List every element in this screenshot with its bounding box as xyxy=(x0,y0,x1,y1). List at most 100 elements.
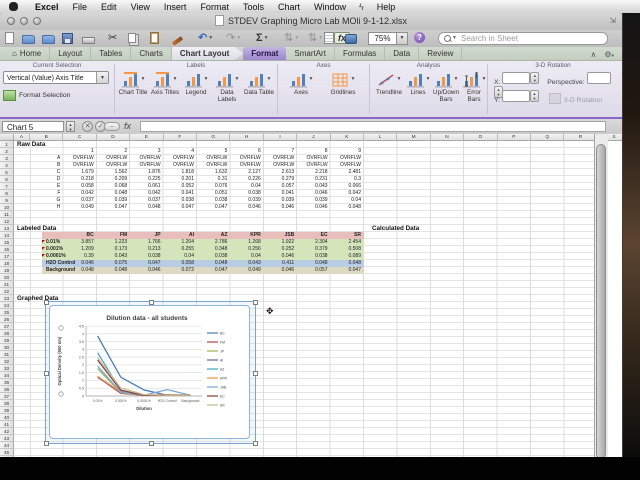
labeled-cell[interactable]: 0.038 xyxy=(298,253,328,260)
menu-insert[interactable]: Insert xyxy=(157,2,194,12)
raw-cell[interactable]: 0.226 xyxy=(231,176,261,183)
row-header-26[interactable]: 26 xyxy=(0,316,14,323)
labeled-cell[interactable]: 1.223 xyxy=(98,239,128,246)
notebook-icon[interactable] xyxy=(324,31,334,45)
raw-col-number[interactable]: 2 xyxy=(98,148,127,155)
menu-excel[interactable]: Excel xyxy=(28,2,66,12)
minus-icon[interactable]: – xyxy=(104,122,120,131)
raw-cell[interactable]: 0.046 xyxy=(298,204,328,211)
raw-cell[interactable]: OVRFLW xyxy=(98,155,127,162)
column-header-F[interactable]: F xyxy=(163,134,197,141)
search-input[interactable]: ▼ Search in Sheet xyxy=(438,32,608,45)
perspective-field[interactable] xyxy=(586,72,611,84)
labeled-cell[interactable]: 0.038 xyxy=(131,253,161,260)
raw-cell[interactable]: 0.039 xyxy=(98,197,128,204)
raw-cell[interactable]: 0.038 xyxy=(231,190,261,197)
raw-col-number[interactable]: 1 xyxy=(64,148,94,155)
column-header-M[interactable]: M xyxy=(397,134,431,141)
row-header-4[interactable]: 4 xyxy=(0,162,14,169)
worksheet[interactable]: ABCDEFGHIJKLMNOPQRS 1 2 3 4 5 6 7 8 9 10 11 12 13 14 1… xyxy=(0,134,622,470)
row-header-10[interactable]: 10 xyxy=(0,204,14,211)
student-header[interactable]: EC xyxy=(298,232,328,239)
raw-cell[interactable]: 0.041 xyxy=(165,190,194,197)
row-header-3[interactable]: 3 xyxy=(0,155,14,162)
column-header-C[interactable]: C xyxy=(63,134,97,141)
raw-cell[interactable]: 1.679 xyxy=(64,169,94,176)
selection-handle[interactable] xyxy=(44,300,49,305)
row-header-44[interactable]: 44 xyxy=(0,442,14,449)
raw-cell[interactable]: 0.039 xyxy=(298,197,328,204)
student-header[interactable]: KPR xyxy=(231,232,261,239)
selection-handle[interactable] xyxy=(253,441,258,446)
tab-review[interactable]: Review xyxy=(419,47,463,60)
student-header[interactable]: FM xyxy=(98,232,127,239)
raw-cell[interactable]: 0.061 xyxy=(131,183,161,190)
row-header-40[interactable]: 40 xyxy=(0,414,14,421)
raw-cell[interactable]: 0.047 xyxy=(98,204,128,211)
chevron-down-icon[interactable]: ▼ xyxy=(96,72,108,83)
column-header-P[interactable]: P xyxy=(497,134,531,141)
tab-chart-layout[interactable]: Chart Layout xyxy=(171,47,244,60)
labeled-cell[interactable]: 1.209 xyxy=(64,246,94,253)
save-icon[interactable] xyxy=(62,31,73,45)
row-header-38[interactable]: 38 xyxy=(0,400,14,407)
raw-cell[interactable]: 0.31 xyxy=(198,176,228,183)
resize-icon[interactable]: ⇲ xyxy=(609,16,616,25)
dilution-row-label[interactable]: 0.01% xyxy=(46,239,60,246)
row-header-29[interactable]: 29 xyxy=(0,337,14,344)
raw-cell[interactable]: 0.038 xyxy=(165,197,194,204)
menu-window[interactable]: Window xyxy=(307,2,353,12)
row-header-1[interactable]: 1 xyxy=(0,141,14,148)
3d-rotation-button[interactable]: 3-D Rotation xyxy=(548,93,602,104)
row-header-43[interactable]: 43 xyxy=(0,435,14,442)
labeled-cell[interactable]: 0.043 xyxy=(98,253,128,260)
raw-cell[interactable]: OVRFLW xyxy=(231,155,261,162)
raw-cell[interactable]: OVRFLW xyxy=(165,162,194,169)
labeled-cell[interactable]: 0.04 xyxy=(165,253,194,260)
student-header[interactable]: AI xyxy=(165,232,194,239)
raw-cell[interactable]: 0.039 xyxy=(231,197,261,204)
row-header-37[interactable]: 37 xyxy=(0,393,14,400)
labeled-cell[interactable]: 2.304 xyxy=(298,239,328,246)
raw-cell[interactable]: 0.051 xyxy=(198,190,228,197)
labeled-cell[interactable]: 0.075 xyxy=(98,260,128,267)
raw-cell[interactable]: 0.076 xyxy=(198,183,228,190)
labeled-cell[interactable]: 0.048 xyxy=(332,260,361,267)
raw-row-label[interactable]: E xyxy=(31,183,60,190)
cancel-icon[interactable]: ✕ xyxy=(82,121,93,132)
labeled-cell[interactable]: 0.047 xyxy=(198,267,228,274)
menu-tools[interactable]: Tools xyxy=(236,2,271,12)
labeled-cell[interactable]: 1.268 xyxy=(231,239,261,246)
raw-cell[interactable]: 0.048 xyxy=(131,204,161,211)
lines-button[interactable]: ▼ Lines xyxy=(405,71,431,96)
raw-cell[interactable]: 0.042 xyxy=(131,190,161,197)
raw-cell[interactable]: 0.046 xyxy=(265,204,295,211)
row-header-45[interactable]: 45 xyxy=(0,449,14,456)
raw-cell[interactable]: 1.562 xyxy=(98,169,128,176)
labeled-cell[interactable]: 0.058 xyxy=(165,260,194,267)
row-header-14[interactable]: 14 xyxy=(0,232,14,239)
row-header-41[interactable]: 41 xyxy=(0,421,14,428)
raw-cell[interactable]: OVRFLW xyxy=(332,162,361,169)
menu-help[interactable]: Help xyxy=(370,2,403,12)
raw-cell[interactable]: OVRFLW xyxy=(131,155,161,162)
row-header-5[interactable]: 5 xyxy=(0,169,14,176)
dilution-row-label[interactable]: 0.001% xyxy=(46,246,63,253)
labeled-cell[interactable]: 0.048 xyxy=(198,260,228,267)
raw-cell[interactable]: 0.042 xyxy=(64,190,94,197)
labeled-cell[interactable]: 0.173 xyxy=(98,246,128,253)
student-header[interactable]: JSB xyxy=(265,232,294,239)
labeled-cell[interactable]: 0.256 xyxy=(231,246,261,253)
row-header-28[interactable]: 28 xyxy=(0,330,14,337)
labeled-cell[interactable]: 1.766 xyxy=(131,239,161,246)
row-header-19[interactable]: 19 xyxy=(0,267,14,274)
menu-chart[interactable]: Chart xyxy=(271,2,307,12)
labeled-cell[interactable]: 0.049 xyxy=(231,267,261,274)
raw-cell[interactable]: OVRFLW xyxy=(198,162,227,169)
raw-cell[interactable]: 2.613 xyxy=(265,169,295,176)
row-header-27[interactable]: 27 xyxy=(0,323,14,330)
formula-input[interactable] xyxy=(140,121,606,132)
labeled-cell[interactable]: 0.046 xyxy=(64,260,94,267)
raw-cell[interactable]: 0.038 xyxy=(198,197,228,204)
row-header-9[interactable]: 9 xyxy=(0,197,14,204)
